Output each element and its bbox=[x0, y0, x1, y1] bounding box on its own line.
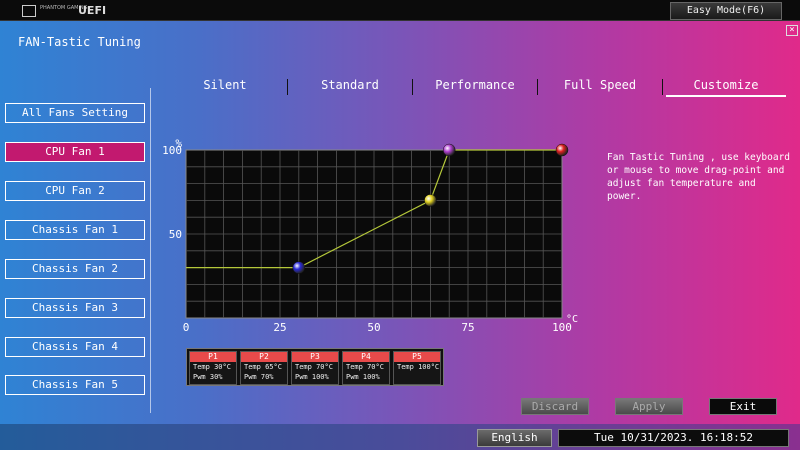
sidebar-item-cpu-fan-1[interactable]: CPU Fan 1 bbox=[5, 142, 145, 162]
point-cell-p2[interactable]: P2 Temp 65°C Pwm 70% bbox=[240, 351, 288, 385]
y-tick-label: 100 bbox=[162, 144, 182, 157]
drag-point-p1 bbox=[292, 261, 306, 274]
x-tick-label: 75 bbox=[461, 321, 474, 334]
tab-divider bbox=[412, 79, 413, 95]
sidebar-divider bbox=[150, 88, 151, 413]
point-header: P2 bbox=[241, 352, 287, 362]
uefi-label: UEFI bbox=[78, 4, 107, 17]
x-tick-label: 100 bbox=[552, 321, 572, 334]
x-tick-label: 25 bbox=[273, 321, 286, 334]
point-cell-p1[interactable]: P1 Temp 30°C Pwm 30% bbox=[189, 351, 237, 385]
x-tick-label: 50 bbox=[367, 321, 380, 334]
point-header: P3 bbox=[292, 352, 338, 362]
drag-point-p5 bbox=[555, 143, 569, 157]
point-cell-p4[interactable]: P4 Temp 70°C Pwm 100% bbox=[342, 351, 390, 385]
point-pwm: Pwm 30% bbox=[193, 373, 223, 381]
point-cell-p5[interactable]: P5 Temp 100°C bbox=[393, 351, 441, 385]
y-axis-label: % bbox=[175, 137, 182, 150]
easy-mode-button[interactable]: Easy Mode(F6) bbox=[670, 2, 782, 20]
sidebar-item-chassis-fan-4[interactable]: Chassis Fan 4 bbox=[5, 337, 145, 357]
tab-performance[interactable]: Performance bbox=[415, 77, 535, 97]
tab-standard[interactable]: Standard bbox=[290, 77, 410, 97]
tab-divider bbox=[662, 79, 663, 95]
tab-silent[interactable]: Silent bbox=[165, 77, 285, 97]
close-icon[interactable]: × bbox=[786, 25, 798, 36]
x-tick-label: 0 bbox=[183, 321, 190, 334]
sidebar-item-chassis-fan-2[interactable]: Chassis Fan 2 bbox=[5, 259, 145, 279]
drag-point-p3 bbox=[442, 143, 456, 157]
tab-divider bbox=[287, 79, 288, 95]
point-pwm: Pwm 70% bbox=[244, 373, 274, 381]
tuning-description: Fan Tastic Tuning , use keyboard or mous… bbox=[607, 152, 791, 202]
x-axis-label: °C bbox=[566, 314, 578, 325]
tab-divider bbox=[537, 79, 538, 95]
apply-button[interactable]: Apply bbox=[615, 398, 683, 415]
language-button[interactable]: English bbox=[477, 429, 552, 447]
phantom-gaming-logo-icon bbox=[22, 5, 36, 17]
discard-button[interactable]: Discard bbox=[521, 398, 589, 415]
point-table: P1 Temp 30°C Pwm 30% P2 Temp 65°C Pwm 70… bbox=[186, 348, 444, 386]
point-temp: Temp 70°C bbox=[346, 363, 384, 371]
drag-point-p2 bbox=[424, 194, 437, 207]
tab-full-speed[interactable]: Full Speed bbox=[540, 77, 660, 97]
point-pwm: Pwm 100% bbox=[295, 373, 329, 381]
sidebar-item-cpu-fan-2[interactable]: CPU Fan 2 bbox=[5, 181, 145, 201]
sidebar-item-chassis-fan-3[interactable]: Chassis Fan 3 bbox=[5, 298, 145, 318]
point-cell-p3[interactable]: P3 Temp 70°C Pwm 100% bbox=[291, 351, 339, 385]
exit-button[interactable]: Exit bbox=[709, 398, 777, 415]
page-title: FAN-Tastic Tuning bbox=[18, 35, 141, 49]
plot-area bbox=[185, 149, 563, 319]
fan-curve-line bbox=[186, 149, 562, 269]
point-temp: Temp 65°C bbox=[244, 363, 282, 371]
date-time: Tue 10/31/2023. 16:18:52 bbox=[558, 429, 789, 447]
point-header: P5 bbox=[394, 352, 440, 362]
point-temp: Temp 70°C bbox=[295, 363, 333, 371]
sidebar-item-chassis-fan-1[interactable]: Chassis Fan 1 bbox=[5, 220, 145, 240]
point-temp: Temp 100°C bbox=[397, 363, 440, 371]
tab-customize[interactable]: Customize bbox=[666, 77, 786, 97]
point-temp: Temp 30°C bbox=[193, 363, 231, 371]
point-pwm: Pwm 100% bbox=[346, 373, 380, 381]
y-tick-label: 50 bbox=[169, 228, 182, 241]
point-header: P1 bbox=[190, 352, 236, 362]
top-bar: PHANTOM GAMING UEFI Easy Mode(F6) bbox=[0, 0, 800, 21]
sidebar-item-chassis-fan-5[interactable]: Chassis Fan 5 bbox=[5, 375, 145, 395]
sidebar-item-all-fans[interactable]: All Fans Setting bbox=[5, 103, 145, 123]
point-header: P4 bbox=[343, 352, 389, 362]
